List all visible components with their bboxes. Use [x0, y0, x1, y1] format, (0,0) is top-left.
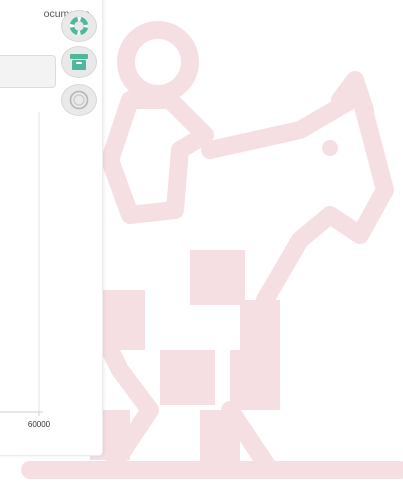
x-tick-label: 60000 — [28, 420, 51, 429]
bar-chart: 60000 — [0, 112, 51, 429]
search-input[interactable] — [0, 55, 56, 88]
circle-arrow-icon — [69, 90, 89, 110]
lifebuoy-icon — [69, 16, 89, 36]
archive-box-icon — [70, 54, 88, 70]
refresh-button[interactable] — [61, 84, 97, 116]
archive-button[interactable] — [61, 46, 97, 78]
lifebuoy-button[interactable] — [61, 10, 97, 42]
